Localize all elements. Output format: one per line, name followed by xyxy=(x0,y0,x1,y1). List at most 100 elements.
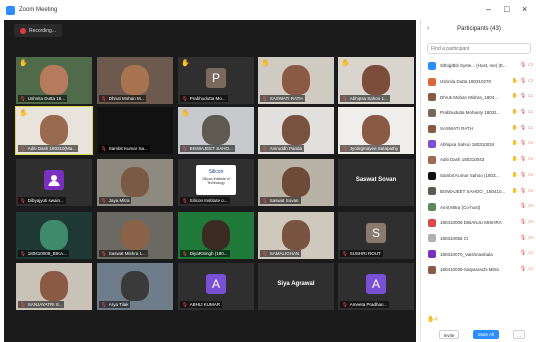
muted-mic-icon[interactable]: 🎙︎ xyxy=(520,235,526,241)
maximize-button[interactable]: □ xyxy=(504,4,509,14)
participant-row[interactable]: 180410006 DIBANJU MISHRA 🎙︎ ▭ xyxy=(421,215,536,231)
muted-mic-icon[interactable]: 🎙︎ xyxy=(520,188,526,194)
tile-name-label: 🎙︎ SANJAYATRI S... xyxy=(18,301,65,308)
tile-name-label: 🎙︎ Saswat Sovan xyxy=(260,197,301,204)
muted-mic-icon[interactable]: 🎙︎ xyxy=(520,219,526,225)
camera-off-icon[interactable]: ▭ xyxy=(528,219,533,225)
participant-name: Silicon Institute o... xyxy=(189,198,228,203)
avatar xyxy=(428,108,436,117)
muted-mic-icon[interactable]: 🎙︎ xyxy=(520,62,526,68)
video-tile[interactable]: ✋ 🎙︎ Abhipsa Sahoo 1... xyxy=(338,57,414,104)
video-tile[interactable]: 🎙︎ DiyaRSingh (180... xyxy=(178,212,254,259)
participant-row-name: Ushnita Dutta 180310270 xyxy=(440,79,492,85)
participant-row[interactable]: Dhruti Mohan Mishra_1804... ✋ 🎙︎ ▭ xyxy=(421,89,536,105)
video-tile[interactable]: 🎙︎ Dibyajyoti swain... xyxy=(16,159,92,206)
participant-row[interactable]: Sitbig/Biti Syste... (Host, me) (E... 🎙︎ ▭ xyxy=(421,58,536,74)
muted-mic-icon[interactable]: 🎙︎ xyxy=(520,93,526,99)
camera-off-icon[interactable]: ▭ xyxy=(528,235,533,241)
muted-mic-icon: 🎙︎ xyxy=(262,96,268,101)
muted-mic-icon[interactable]: 🎙︎ xyxy=(520,125,526,131)
participant-row[interactable]: Prabhudutta Mohanty 18031... ✋ 🎙︎ ▭ xyxy=(421,105,536,121)
camera-off-icon[interactable]: ▭ xyxy=(528,93,533,99)
muted-mic-icon[interactable]: 🎙︎ xyxy=(520,172,526,178)
camera-off-icon[interactable]: ▭ xyxy=(528,109,533,115)
close-button[interactable]: × xyxy=(522,4,527,14)
video-tile[interactable]: ✋ 🎙︎ BISWAJEET SAHO... xyxy=(178,107,254,154)
avatar xyxy=(428,77,436,86)
video-tile[interactable]: 🎙︎ Dhruti Mohan M... xyxy=(97,57,173,104)
avatar xyxy=(428,140,436,149)
video-tile[interactable]: A 🎙︎ ABHIJ KUMAR xyxy=(178,263,254,310)
logo-text: Silicon xyxy=(208,169,224,175)
muted-mic-icon[interactable]: 🎙︎ xyxy=(520,250,526,256)
participant-row[interactable]: Sambit Kumar Sahoo (1803... ✋ 🎙︎ ▭ xyxy=(421,168,536,184)
video-tile[interactable]: Saswat Sovan xyxy=(338,159,414,206)
video-tile[interactable]: S 🎙︎ SUSHRI ROUT xyxy=(338,212,414,259)
video-tile[interactable]: 🎙︎ Saswat Sovan xyxy=(258,159,334,206)
camera-off-icon[interactable]: ▭ xyxy=(528,125,533,131)
video-tile[interactable]: 🎙︎ Jyotirgmayee Satapathy xyxy=(338,107,414,154)
video-tile[interactable]: 🎙︎ SANJAYATRI S... xyxy=(16,263,92,310)
camera-off-icon[interactable]: ▭ xyxy=(528,188,533,194)
video-tile[interactable]: 🎙︎ Arya Tilak xyxy=(97,263,173,310)
participant-row[interactable]: Aditi Dash 180310043 ✋ 🎙︎ ▭ xyxy=(421,152,536,168)
minimize-button[interactable]: – xyxy=(486,4,491,14)
muted-mic-icon[interactable]: 🎙︎ xyxy=(520,203,526,209)
raised-hand-icon: ✋ xyxy=(511,140,518,147)
video-tile[interactable]: 🎙︎ Aniruddh Panda xyxy=(258,107,334,154)
participant-search-input[interactable] xyxy=(427,43,531,54)
muted-mic-icon[interactable]: 🎙︎ xyxy=(520,78,526,84)
participant-row[interactable]: SASWATI RATH ✋ 🎙︎ ▭ xyxy=(421,121,536,137)
invite-button[interactable]: Invite xyxy=(439,330,459,339)
video-tile[interactable]: ✋ 🎙︎ Aditi Dash 180310(Ma... xyxy=(15,106,93,155)
video-tile[interactable]: ✋ 🎙︎ Ushnita Dutta 18... xyxy=(16,57,92,104)
participant-row[interactable]: 180310055 CI 🎙︎ ▭ xyxy=(421,231,536,247)
participant-row-name: 180310070_Vaishnavibala xyxy=(440,251,493,257)
participant-row-name: 180410006 DIBANJU MISHRA xyxy=(440,220,502,226)
tile-name-label: 🎙︎ Ameeta Pradhan... xyxy=(340,301,390,308)
video-tile[interactable]: Silicon Silicon Institute of Technology 🎙︎… xyxy=(178,159,254,206)
participant-row[interactable]: 180310070_Vaishnavibala 🎙︎ ▭ xyxy=(421,246,536,262)
participant-row[interactable]: BISWAJEET SAHOO _180410... ✋ 🎙︎ ▭ xyxy=(421,184,536,200)
participant-row[interactable]: Abhipsa Sahoo 180310034 ✋ 🎙︎ ▭ xyxy=(421,136,536,152)
recording-indicator[interactable]: Recording... xyxy=(14,24,62,37)
avatar xyxy=(428,61,436,70)
participant-row[interactable]: 180410035-Satyasrachi Mitra 🎙︎ ▭ xyxy=(421,262,536,278)
camera-off-icon[interactable]: ▭ xyxy=(528,78,533,84)
participant-video-image xyxy=(362,65,390,95)
video-tile[interactable]: 🎙︎ Sambit Kumar Sa... xyxy=(97,107,173,154)
muted-mic-icon[interactable]: 🎙︎ xyxy=(520,140,526,146)
raised-hand-icon: ✋ xyxy=(19,60,28,67)
video-tile[interactable]: P ✋ 🎙︎ Prabhudutta Mo... xyxy=(178,57,254,104)
participant-row-name: Sitbig/Biti Syste... (Host, me) (E... xyxy=(440,63,507,69)
muted-mic-icon[interactable]: 🎙︎ xyxy=(520,109,526,115)
video-tile[interactable]: Siya Agrawal xyxy=(258,263,334,310)
video-tile[interactable]: 🎙︎ Saswat Mishra 1... xyxy=(97,212,173,259)
participant-name: Aniruddh Panda xyxy=(269,146,302,151)
camera-off-icon[interactable]: ▭ xyxy=(528,62,533,68)
muted-mic-icon[interactable]: 🎙︎ xyxy=(520,266,526,272)
video-tile[interactable]: A 🎙︎ Ameeta Pradhan... xyxy=(338,263,414,310)
muted-mic-icon: 🎙︎ xyxy=(182,96,188,101)
more-options-button[interactable]: ... xyxy=(513,330,525,339)
participant-status-icons: ✋ 🎙︎ ▭ xyxy=(512,109,533,115)
tile-name-label: 🎙︎ Aditi Dash 180310(Ma... xyxy=(18,145,78,152)
participant-row[interactable]: Ushnita Dutta 180310270 ✋ 🎙︎ ▭ xyxy=(421,74,536,90)
video-tile[interactable]: 🎙︎ 180410009_BIKA... xyxy=(16,212,92,259)
camera-off-icon[interactable]: ▭ xyxy=(528,140,533,146)
video-tile[interactable]: 🎙︎ Jaya Mitra xyxy=(97,159,173,206)
camera-off-icon[interactable]: ▭ xyxy=(528,172,533,178)
muted-mic-icon: 🎙︎ xyxy=(20,146,26,151)
video-tile[interactable]: ✋ 🎙︎ SASWATI RATH xyxy=(258,57,334,104)
camera-off-icon[interactable]: ▭ xyxy=(528,250,533,256)
chevron-left-icon[interactable]: ‹ xyxy=(427,22,429,36)
video-tile[interactable]: 🎙︎ SAMALIGHAN xyxy=(258,212,334,259)
camera-off-icon[interactable]: ▭ xyxy=(528,156,533,162)
participant-video-image xyxy=(121,220,149,250)
raised-hand-icon: ✋ xyxy=(261,60,270,67)
camera-off-icon[interactable]: ▭ xyxy=(528,203,533,209)
mute-all-button[interactable]: Mute All xyxy=(473,330,499,339)
camera-off-icon[interactable]: ▭ xyxy=(528,266,533,272)
muted-mic-icon[interactable]: 🎙︎ xyxy=(520,156,526,162)
participant-row[interactable]: Amit Mitra (Co-host) 🎙︎ ▭ xyxy=(421,199,536,215)
